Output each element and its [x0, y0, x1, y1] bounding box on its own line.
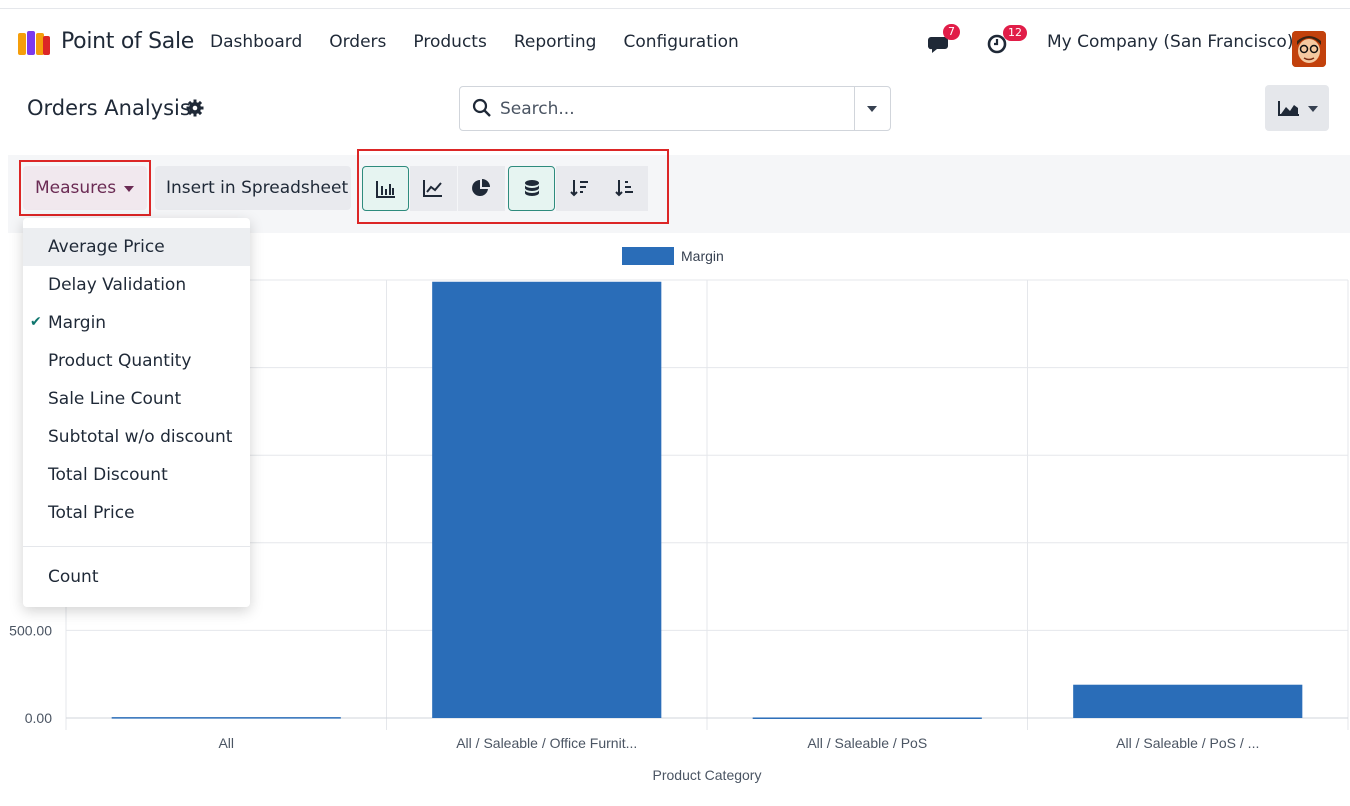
x-tick-label: All / Saleable / PoS	[807, 735, 927, 751]
legend-swatch	[622, 247, 674, 265]
measures-dropdown: Average Price Delay Validation ✔ Margin Prod…	[23, 218, 250, 607]
measure-label: Delay Validation	[48, 275, 187, 295]
chevron-down-icon	[867, 106, 877, 112]
measure-label: Total Price	[48, 503, 135, 523]
pos-app-logo-icon[interactable]	[17, 30, 51, 56]
chart-grid	[65, 279, 1349, 730]
nav-item-dashboard[interactable]: Dashboard	[210, 32, 302, 52]
search-box	[459, 86, 891, 131]
measure-item-product-quantity[interactable]: Product Quantity	[23, 342, 250, 380]
measure-item-margin[interactable]: ✔ Margin	[23, 304, 250, 342]
control-panel: Orders Analysis	[0, 75, 1350, 155]
x-tick-label: All	[218, 735, 234, 751]
messages-systray[interactable]: 7	[927, 24, 960, 55]
x-tick-label: All / Saleable / PoS / ...	[1116, 735, 1259, 751]
gear-icon[interactable]	[186, 99, 204, 117]
activities-systray[interactable]: 12	[986, 25, 1027, 54]
activities-badge: 12	[1003, 25, 1027, 41]
measure-label: Subtotal w/o discount	[48, 427, 233, 447]
measure-item-total-discount[interactable]: Total Discount	[23, 456, 250, 494]
insert-label: Insert in Spreadsheet	[166, 178, 349, 198]
area-chart-icon	[1278, 101, 1299, 116]
checkmark-icon: ✔	[30, 314, 42, 330]
y-tick-label: 500.00	[9, 622, 52, 638]
measure-label: Margin	[48, 313, 107, 333]
nav-item-products[interactable]: Products	[413, 32, 486, 52]
measure-item-count[interactable]: Count	[23, 558, 250, 596]
highlight-frame	[19, 160, 151, 216]
measure-item-sale-line-count[interactable]: Sale Line Count	[23, 380, 250, 418]
view-switcher-button[interactable]	[1265, 85, 1329, 131]
chevron-down-icon	[1308, 106, 1318, 112]
measure-label: Count	[48, 567, 99, 587]
nav-item-reporting[interactable]: Reporting	[514, 32, 597, 52]
bar-1[interactable]	[432, 281, 662, 718]
user-avatar[interactable]	[1292, 31, 1326, 67]
nav-item-configuration[interactable]: Configuration	[623, 32, 738, 52]
measure-item-average-price[interactable]: Average Price	[23, 228, 250, 266]
measure-item-subtotal-w-o-discount[interactable]: Subtotal w/o discount	[23, 418, 250, 456]
search-icon	[472, 98, 491, 117]
measure-label: Product Quantity	[48, 351, 192, 371]
bar-2[interactable]	[752, 717, 982, 719]
company-switcher[interactable]: My Company (San Francisco)	[1047, 32, 1293, 52]
app-name[interactable]: Point of Sale	[61, 29, 194, 54]
dropdown-divider	[23, 546, 250, 547]
search-input[interactable]	[500, 95, 840, 123]
bar-3[interactable]	[1073, 684, 1303, 718]
legend-label[interactable]: Margin	[681, 248, 724, 264]
x-axis-labels: All All / Saleable / Office Furnit... All …	[218, 735, 1259, 751]
main-navbar: Point of Sale Dashboard Orders Products …	[0, 9, 1350, 75]
highlight-frame	[357, 149, 669, 224]
nav-menu: Dashboard Orders Products Reporting Conf…	[210, 32, 766, 52]
measure-label: Sale Line Count	[48, 389, 182, 409]
measure-label: Average Price	[48, 237, 165, 257]
page-title: Orders Analysis	[27, 96, 191, 120]
x-axis-title: Product Category	[653, 767, 762, 783]
measure-label: Total Discount	[48, 465, 168, 485]
bar-0[interactable]	[111, 717, 341, 719]
insert-in-spreadsheet-button[interactable]: Insert in Spreadsheet	[155, 166, 351, 210]
y-tick-label: 0.00	[25, 710, 52, 726]
measure-item-total-price[interactable]: Total Price	[23, 494, 250, 532]
nav-item-orders[interactable]: Orders	[329, 32, 386, 52]
messages-badge: 7	[943, 24, 960, 40]
measure-item-delay-validation[interactable]: Delay Validation	[23, 266, 250, 304]
x-tick-label: All / Saleable / Office Furnit...	[456, 735, 637, 751]
search-options-toggle[interactable]	[854, 87, 890, 130]
